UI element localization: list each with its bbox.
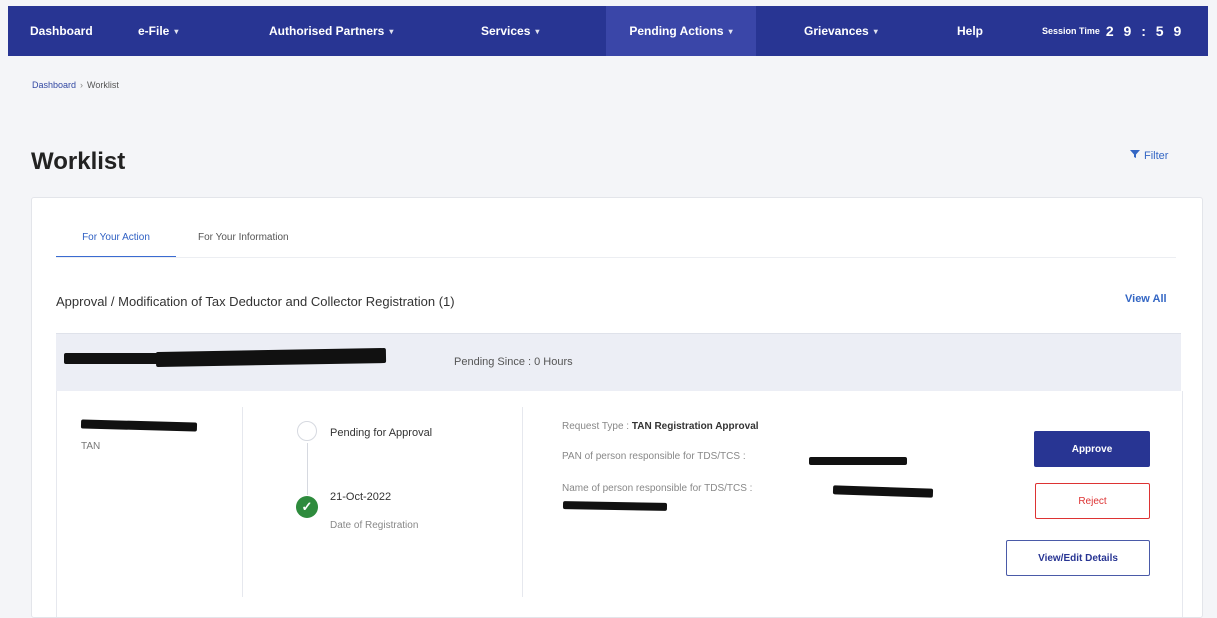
redacted-pan	[809, 457, 907, 465]
session-time-value: 2 9 : 5 9	[1105, 23, 1185, 39]
redacted-tan	[80, 419, 198, 432]
approve-button[interactable]: Approve	[1034, 431, 1150, 467]
tab-for-your-information[interactable]: For Your Information	[176, 218, 311, 256]
chevron-down-icon: ▾	[728, 26, 733, 36]
redacted-name	[832, 485, 934, 498]
breadcrumb-dashboard-link[interactable]: Dashboard	[32, 80, 76, 90]
name-row: Name of person responsible for TDS/TCS :	[562, 483, 752, 494]
breadcrumb: Dashboard › Worklist	[32, 80, 119, 90]
nav-item-label: Services	[481, 24, 531, 38]
section-title: Approval / Modification of Tax Deductor …	[56, 294, 455, 309]
pending-item-details: TAN ✓ Pending for Approval 21-Oct-2022 D…	[56, 391, 1183, 617]
breadcrumb-current: Worklist	[87, 80, 119, 90]
nav-item-label: Help	[957, 24, 984, 38]
column-divider	[522, 407, 523, 597]
redacted-block	[155, 347, 387, 368]
session-timer: Session Time 2 9 : 5 9	[1042, 6, 1184, 56]
registration-date-label: Date of Registration	[330, 520, 419, 531]
timeline-pending-dot	[297, 421, 317, 441]
nav-item-dashboard[interactable]: Dashboard	[30, 6, 93, 56]
nav-item-grievances[interactable]: Grievances ▾	[804, 6, 878, 56]
worklist-card: For Your Action For Your Information App…	[31, 197, 1203, 618]
pending-since-text: Pending Since : 0 Hours	[454, 356, 573, 368]
reject-button[interactable]: Reject	[1035, 483, 1150, 519]
pending-item-header: Pending Since : 0 Hours	[56, 333, 1181, 391]
redacted-block	[64, 353, 159, 364]
nav-item-services[interactable]: Services ▾	[481, 6, 539, 56]
request-type-row: Request Type : TAN Registration Approval	[562, 421, 759, 432]
nav-item-authorised-partners[interactable]: Authorised Partners ▾	[269, 6, 393, 56]
session-label: Session Time	[1042, 26, 1100, 36]
name-label: Name of person responsible for TDS/TCS :	[562, 483, 753, 494]
filter-label: Filter	[1144, 149, 1169, 162]
column-divider	[242, 407, 243, 597]
redacted-name-continued	[562, 501, 668, 511]
nav-item-label: Dashboard	[30, 24, 93, 38]
filter-button[interactable]: Filter	[1130, 149, 1168, 162]
check-circle-icon: ✓	[296, 496, 318, 518]
request-type-value: TAN Registration Approval	[631, 421, 759, 432]
tab-label: For Your Action	[82, 231, 150, 243]
approval-status: Pending for Approval	[330, 427, 433, 439]
nav-item-help[interactable]: Help	[957, 6, 983, 56]
chevron-down-icon: ▾	[389, 26, 394, 36]
tab-divider	[56, 257, 1176, 258]
nav-item-label: Pending Actions	[629, 24, 724, 38]
nav-item-efile[interactable]: e-File ▾	[138, 6, 178, 56]
tab-label: For Your Information	[198, 231, 289, 243]
nav-item-label: Authorised Partners	[269, 24, 385, 38]
page-title: Worklist	[31, 148, 126, 175]
worklist-tabs: For Your Action For Your Information	[56, 218, 311, 258]
view-edit-details-button[interactable]: View/Edit Details	[1006, 540, 1150, 576]
chevron-down-icon: ▾	[873, 26, 878, 36]
nav-item-label: Grievances	[804, 24, 869, 38]
nav-item-label: e-File	[138, 24, 170, 38]
tab-for-your-action[interactable]: For Your Action	[56, 218, 176, 258]
timeline-connector	[307, 443, 308, 495]
pan-row: PAN of person responsible for TDS/TCS :	[562, 451, 746, 462]
registration-date: 21-Oct-2022	[330, 491, 392, 503]
top-nav-bar: Dashboard e-File ▾ Authorised Partners ▾…	[8, 6, 1208, 56]
request-type-label: Request Type :	[562, 421, 632, 432]
tan-label: TAN	[81, 441, 101, 452]
nav-item-pending-actions[interactable]: Pending Actions ▾	[606, 6, 756, 56]
filter-icon	[1130, 149, 1140, 162]
chevron-down-icon: ▾	[535, 26, 540, 36]
breadcrumb-separator: ›	[80, 80, 84, 90]
pan-label: PAN of person responsible for TDS/TCS :	[562, 451, 746, 462]
chevron-down-icon: ▾	[174, 26, 179, 36]
view-all-link[interactable]: View All	[1125, 293, 1167, 305]
